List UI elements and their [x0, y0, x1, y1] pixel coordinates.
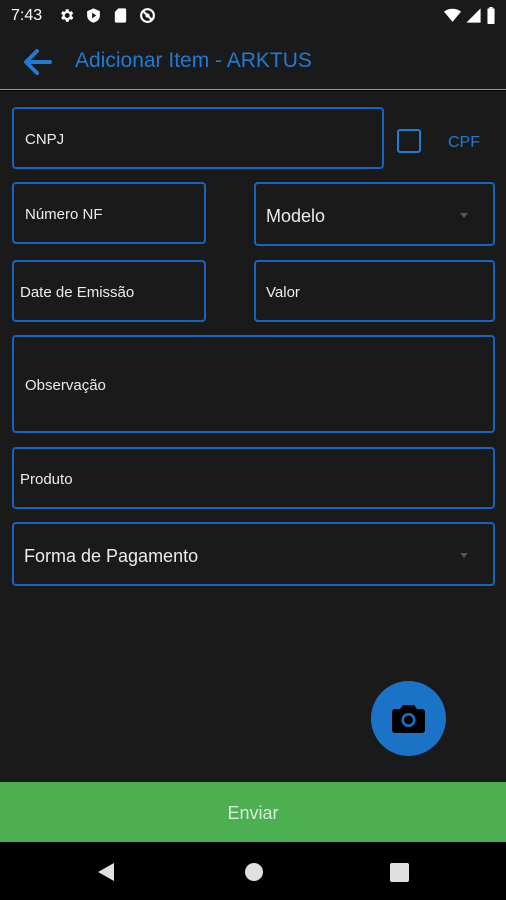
sd-card-icon [112, 7, 129, 24]
valor-input[interactable]: Valor [254, 260, 495, 322]
camera-icon [392, 705, 425, 733]
back-triangle-icon[interactable] [96, 862, 116, 882]
home-circle-icon[interactable] [244, 862, 264, 882]
produto-input[interactable]: Produto [12, 447, 495, 509]
camera-fab-button[interactable] [371, 681, 446, 756]
numero-nf-input[interactable]: Número NF [12, 182, 206, 244]
page-title: Adicionar Item - ARKTUS [75, 49, 312, 72]
wifi-icon [444, 7, 461, 24]
forma-pagamento-select[interactable]: Forma de Pagamento [12, 522, 495, 586]
cnpj-placeholder: CNPJ [25, 131, 65, 148]
status-bar: 7:43 [0, 0, 506, 32]
system-nav-bar [0, 842, 506, 900]
valor-placeholder: Valor [266, 284, 300, 301]
arrow-left-icon[interactable] [22, 48, 52, 76]
data-emissao-placeholder: Date de Emissão [20, 284, 135, 301]
produto-placeholder: Produto [20, 471, 73, 488]
enviar-button[interactable]: Enviar [0, 782, 506, 842]
signal-icon [465, 7, 482, 24]
data-emissao-input[interactable]: Date de Emissão [12, 260, 206, 322]
cnpj-input[interactable]: CNPJ [12, 107, 384, 169]
vpn-icon [139, 7, 156, 24]
status-time: 7:43 [11, 7, 43, 24]
chevron-down-icon [460, 553, 468, 558]
battery-icon [485, 7, 497, 24]
gear-icon [58, 7, 75, 24]
enviar-label: Enviar [227, 803, 279, 823]
app-bar: Adicionar Item - ARKTUS [0, 32, 506, 90]
forma-pagamento-label: Forma de Pagamento [24, 546, 199, 566]
recents-square-icon[interactable] [390, 863, 409, 882]
modelo-label: Modelo [266, 206, 326, 226]
numero-nf-placeholder: Número NF [25, 206, 103, 223]
chevron-down-icon [460, 213, 468, 218]
observacao-input[interactable]: Observação [12, 335, 495, 433]
modelo-select[interactable]: Modelo [254, 182, 495, 246]
cpf-checkbox[interactable] [397, 129, 421, 153]
play-protect-icon [85, 7, 102, 24]
cpf-label: CPF [448, 134, 480, 151]
observacao-placeholder: Observação [25, 377, 106, 394]
